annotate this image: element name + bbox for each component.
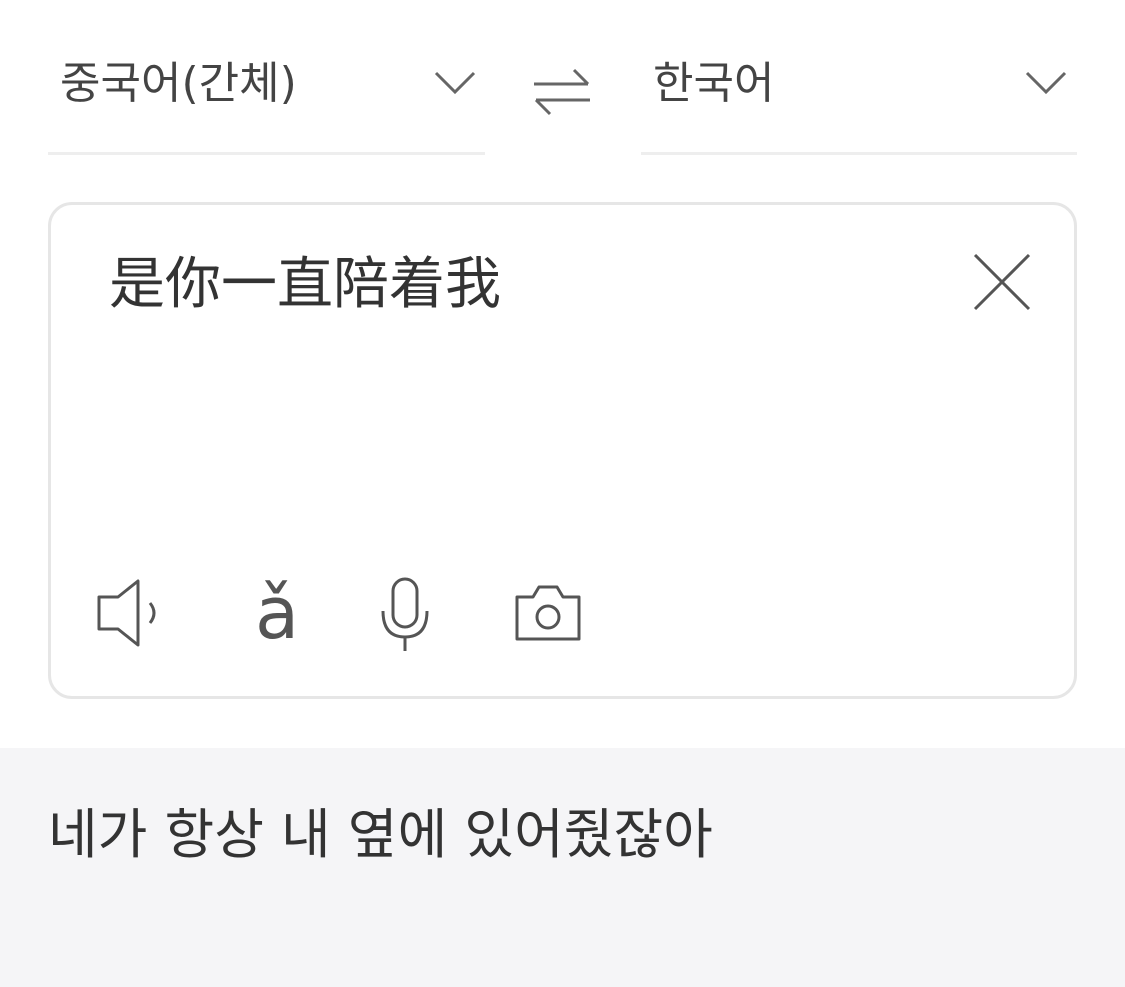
pinyin-icon: ǎ xyxy=(254,571,300,655)
chevron-down-icon xyxy=(1025,71,1067,95)
speaker-icon[interactable] xyxy=(96,573,170,653)
source-language-label: 중국어(간체) xyxy=(60,58,297,109)
source-input-card[interactable]: 是你一直陪着我 ǎ xyxy=(48,202,1077,699)
translator-page: 중국어(간체) 한국어 是你一直陪着我 ǎ 네가 항상 내 옆에 있어줬잖아 xyxy=(0,0,1125,987)
source-text-input[interactable]: 是你一直陪着我 xyxy=(109,249,501,321)
source-language-dropdown[interactable]: 중국어(간체) xyxy=(48,30,485,155)
camera-icon[interactable] xyxy=(513,573,583,653)
translation-result-panel: 네가 항상 내 옆에 있어줬잖아 xyxy=(0,748,1125,987)
swap-languages-icon[interactable] xyxy=(528,60,596,120)
target-language-dropdown[interactable]: 한국어 xyxy=(641,30,1077,155)
close-icon[interactable] xyxy=(969,249,1035,315)
pinyin-button[interactable]: ǎ xyxy=(247,573,307,653)
translation-result-text: 네가 항상 내 옆에 있어줬잖아 xyxy=(48,803,713,866)
target-language-label: 한국어 xyxy=(653,58,775,109)
microphone-icon[interactable] xyxy=(377,573,433,653)
language-selector-row: 중국어(간체) 한국어 xyxy=(0,0,1125,160)
chevron-down-icon xyxy=(434,71,476,95)
